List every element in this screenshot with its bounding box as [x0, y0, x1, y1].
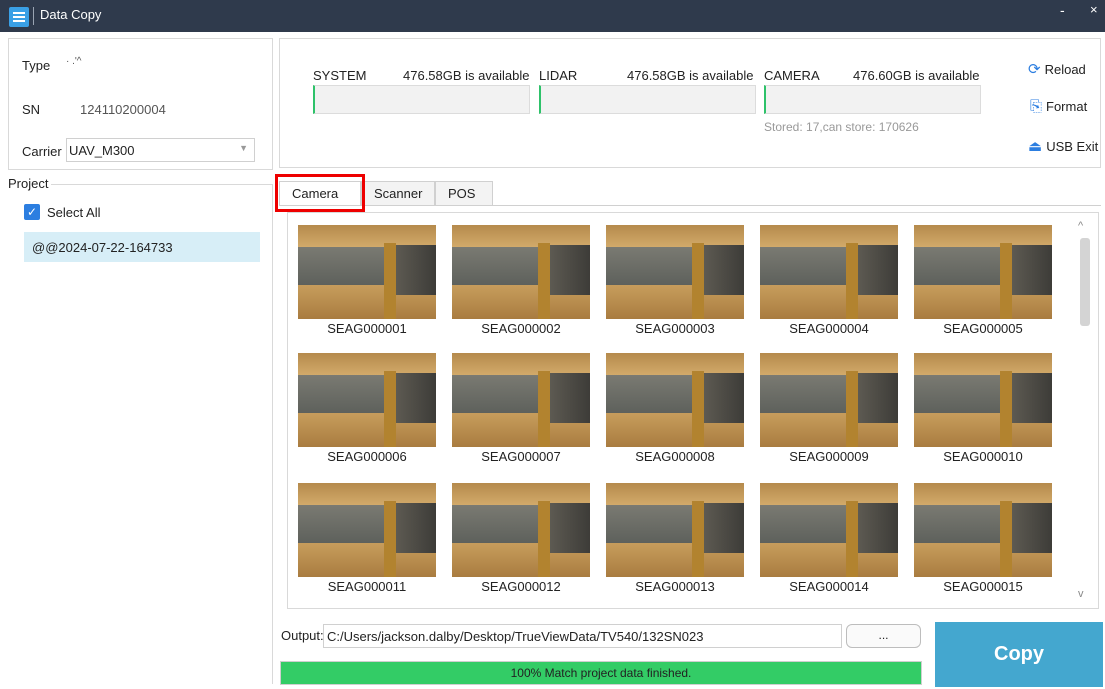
- close-button[interactable]: ×: [1090, 2, 1098, 17]
- format-button[interactable]: ⎘ Format: [1030, 98, 1087, 115]
- usb-exit-button[interactable]: ⏏ USB Exit: [1028, 137, 1098, 155]
- image-gallery[interactable]: SEAG000001 SEAG000002 SEAG000003 SEAG000004…: [287, 212, 1099, 609]
- output-label: Output:: [281, 628, 324, 643]
- scroll-down-icon[interactable]: v: [1078, 588, 1084, 600]
- type-value: · .'^: [66, 56, 82, 67]
- drive-available-system: 476.58GB is available: [403, 68, 530, 83]
- output-path-field[interactable]: C:/Users/jackson.dalby/Desktop/TrueViewD…: [323, 624, 842, 648]
- menu-icon[interactable]: [9, 7, 29, 27]
- image-thumbnail[interactable]: SEAG000013: [606, 483, 744, 599]
- drive-available-camera: 476.60GB is available: [853, 68, 980, 83]
- sn-label: SN: [22, 102, 41, 117]
- thumbnail-image: [298, 225, 436, 319]
- thumbnail-caption: SEAG000010: [943, 449, 1023, 464]
- thumbnail-caption: SEAG000014: [789, 579, 869, 594]
- reload-icon: ⟳: [1028, 61, 1041, 78]
- thumbnail-caption: SEAG000009: [789, 449, 869, 464]
- thumbnail-caption: SEAG000007: [481, 449, 561, 464]
- carrier-label: Carrier: [22, 144, 62, 159]
- drive-available-lidar: 476.58GB is available: [627, 68, 754, 83]
- drive-name-lidar: LIDAR: [539, 68, 578, 83]
- drive-bar-system: [313, 85, 530, 114]
- thumbnail-caption: SEAG000005: [943, 321, 1023, 336]
- thumbnail-caption: SEAG000011: [327, 579, 407, 594]
- thumbnail-image: [452, 225, 590, 319]
- tab-bar: Camera Scanner POS: [279, 181, 493, 206]
- thumbnail-image: [606, 353, 744, 447]
- carrier-value: UAV_M300: [69, 143, 135, 158]
- thumbnail-image: [298, 353, 436, 447]
- drive-bar-camera: [764, 85, 981, 114]
- reload-label: Reload: [1044, 61, 1086, 77]
- minimize-button[interactable]: -: [1060, 2, 1065, 18]
- image-thumbnail[interactable]: SEAG000006: [298, 353, 436, 469]
- thumbnail-caption: SEAG000004: [789, 321, 869, 336]
- image-thumbnail[interactable]: SEAG000007: [452, 353, 590, 469]
- browse-button[interactable]: ...: [846, 624, 921, 648]
- type-label: Type: [22, 58, 51, 73]
- image-thumbnail[interactable]: SEAG000002: [452, 225, 590, 341]
- thumbnail-caption: SEAG000003: [635, 321, 715, 336]
- image-thumbnail[interactable]: SEAG000015: [914, 483, 1052, 599]
- thumbnail-image: [606, 225, 744, 319]
- drive-name-system: SYSTEM: [313, 68, 367, 83]
- select-all-label: Select All: [47, 204, 101, 220]
- thumbnail-caption: SEAG000001: [327, 321, 407, 336]
- thumbnail-image: [606, 483, 744, 577]
- thumbnail-image: [760, 483, 898, 577]
- tab-divider: [279, 205, 1101, 206]
- thumbnail-caption: SEAG000008: [635, 449, 715, 464]
- thumbnail-caption: SEAG000012: [481, 579, 561, 594]
- title-separator: [33, 7, 34, 25]
- copy-button[interactable]: Copy: [935, 622, 1103, 687]
- usb-icon: ⏏: [1028, 138, 1043, 155]
- progress-text: 100% Match project data finished.: [510, 666, 692, 680]
- progress-bar: 100% Match project data finished.: [280, 661, 922, 685]
- chevron-down-icon: ▼: [239, 143, 248, 153]
- image-thumbnail[interactable]: SEAG000009: [760, 353, 898, 469]
- image-thumbnail[interactable]: SEAG000001: [298, 225, 436, 341]
- image-thumbnail[interactable]: SEAG000008: [606, 353, 744, 469]
- image-thumbnail[interactable]: SEAG000004: [760, 225, 898, 341]
- tab-scanner[interactable]: Scanner: [361, 181, 435, 206]
- format-label: Format: [1046, 99, 1088, 114]
- gallery-scrollbar[interactable]: [1080, 238, 1090, 326]
- project-list-item[interactable]: @@2024-07-22-164733: [24, 232, 260, 262]
- thumbnail-caption: SEAG000015: [943, 579, 1023, 594]
- tab-camera[interactable]: Camera: [279, 181, 361, 206]
- image-thumbnail[interactable]: SEAG000011: [298, 483, 436, 599]
- image-thumbnail[interactable]: SEAG000010: [914, 353, 1052, 469]
- usb-exit-label: USB Exit: [1046, 138, 1099, 154]
- thumbnail-image: [760, 353, 898, 447]
- image-thumbnail[interactable]: SEAG000012: [452, 483, 590, 599]
- sn-value: 124110200004: [80, 102, 166, 117]
- thumbnail-image: [914, 225, 1052, 319]
- thumbnail-caption: SEAG000013: [635, 579, 715, 594]
- title-bar: Data Copy - ×: [0, 0, 1105, 32]
- thumbnail-image: [760, 225, 898, 319]
- drive-name-camera: CAMERA: [764, 68, 820, 83]
- carrier-select[interactable]: UAV_M300 ▼: [66, 138, 255, 162]
- thumbnail-image: [914, 353, 1052, 447]
- thumbnail-image: [298, 483, 436, 577]
- format-icon: ⎘: [1030, 98, 1043, 115]
- thumbnail-image: [914, 483, 1052, 577]
- scroll-up-icon[interactable]: ^: [1078, 220, 1083, 232]
- thumbnail-image: [452, 353, 590, 447]
- reload-button[interactable]: ⟳ Reload: [1028, 60, 1086, 78]
- select-all-checkbox[interactable]: ✓ Select All: [24, 204, 100, 220]
- window-title: Data Copy: [40, 7, 102, 22]
- image-thumbnail[interactable]: SEAG000003: [606, 225, 744, 341]
- check-icon: ✓: [24, 204, 40, 220]
- tab-pos[interactable]: POS: [435, 181, 493, 206]
- camera-stored-note: Stored: 17,can store: 170626: [764, 120, 919, 134]
- image-thumbnail[interactable]: SEAG000014: [760, 483, 898, 599]
- image-thumbnail[interactable]: SEAG000005: [914, 225, 1052, 341]
- drive-bar-lidar: [539, 85, 756, 114]
- thumbnail-image: [452, 483, 590, 577]
- project-legend: Project: [8, 176, 52, 191]
- thumbnail-caption: SEAG000002: [481, 321, 561, 336]
- thumbnail-caption: SEAG000006: [327, 449, 407, 464]
